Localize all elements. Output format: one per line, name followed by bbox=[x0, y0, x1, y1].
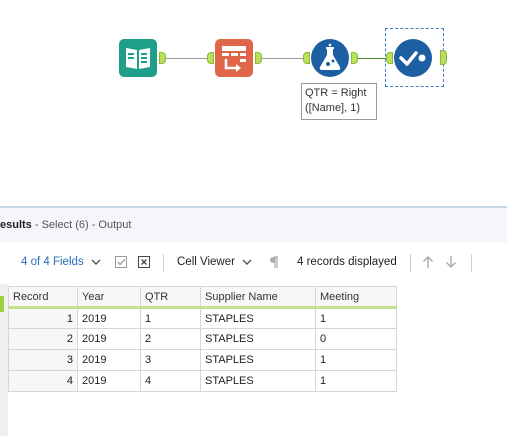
cell-supplier[interactable]: STAPLES bbox=[200, 328, 316, 350]
select-tool[interactable] bbox=[393, 38, 433, 78]
column-header-year[interactable]: Year bbox=[77, 286, 141, 309]
results-subtitle: - Select (6) - Output bbox=[34, 219, 132, 231]
fields-dropdown-label: 4 of 4 Fields bbox=[21, 256, 84, 269]
chevron-down-icon bbox=[91, 256, 101, 268]
column-header-qtr[interactable]: QTR bbox=[140, 286, 201, 309]
column-header-record[interactable]: Record bbox=[8, 286, 78, 309]
workflow-canvas[interactable]: QTR = Right ([Name], 1) bbox=[0, 0, 507, 206]
results-title: esults - Select (6) - Output bbox=[0, 219, 131, 231]
sort-tool-output-anchor[interactable] bbox=[255, 52, 262, 64]
cell-qtr[interactable]: 2 bbox=[140, 328, 201, 350]
cell-qtr[interactable]: 3 bbox=[140, 349, 201, 371]
results-title-text: esults bbox=[0, 219, 32, 231]
records-displayed-count: 4 records displayed bbox=[297, 256, 397, 268]
cell-year[interactable]: 2019 bbox=[77, 349, 141, 371]
cell-record[interactable]: 1 bbox=[8, 307, 78, 329]
fields-dropdown[interactable]: 4 of 4 Fields bbox=[21, 256, 101, 268]
column-header-meeting[interactable]: Meeting bbox=[315, 286, 397, 309]
arrow-up-icon[interactable] bbox=[422, 255, 434, 272]
chevron-down-icon bbox=[242, 256, 252, 268]
formula-annotation: QTR = Right ([Name], 1) bbox=[301, 83, 377, 120]
connection-wire bbox=[166, 58, 207, 59]
column-header-supplier[interactable]: Supplier Name bbox=[200, 286, 316, 309]
cell-record[interactable]: 2 bbox=[8, 328, 78, 350]
sort-tool[interactable] bbox=[214, 38, 254, 78]
results-left-strip bbox=[0, 284, 8, 436]
pilcrow-icon[interactable] bbox=[269, 256, 279, 272]
cell-qtr[interactable]: 1 bbox=[140, 307, 201, 329]
cell-supplier[interactable]: STAPLES bbox=[200, 370, 316, 392]
connection-wire bbox=[262, 58, 303, 59]
table-row[interactable]: 2 2019 2 STAPLES 0 bbox=[8, 328, 397, 350]
cell-record[interactable]: 3 bbox=[8, 349, 78, 371]
grid-header-row: Record Year QTR Supplier Name Meeting bbox=[8, 286, 397, 309]
checkbox-icon[interactable] bbox=[114, 255, 128, 272]
cell-meeting[interactable]: 1 bbox=[315, 370, 397, 392]
formula-tool[interactable] bbox=[310, 38, 350, 78]
cell-viewer-label: Cell Viewer bbox=[177, 256, 235, 269]
cell-supplier[interactable]: STAPLES bbox=[200, 307, 316, 329]
select-tool-input-anchor[interactable] bbox=[386, 52, 393, 64]
formula-tool-input-anchor[interactable] bbox=[303, 52, 310, 64]
table-row[interactable]: 4 2019 4 STAPLES 1 bbox=[8, 370, 397, 392]
connection-wire bbox=[358, 58, 388, 59]
formula-flask-icon bbox=[311, 39, 349, 77]
arrow-down-icon[interactable] bbox=[445, 255, 457, 272]
select-tool-output-anchor[interactable] bbox=[440, 50, 447, 65]
close-box-icon[interactable] bbox=[137, 255, 151, 272]
cell-qtr[interactable]: 4 bbox=[140, 370, 201, 392]
input-data-tool[interactable] bbox=[118, 38, 158, 78]
cell-meeting[interactable]: 0 bbox=[315, 328, 397, 350]
results-side-tab[interactable] bbox=[0, 296, 4, 312]
input-data-book-icon bbox=[119, 39, 157, 77]
cell-meeting[interactable]: 1 bbox=[315, 307, 397, 329]
select-check-icon bbox=[394, 39, 432, 77]
cell-meeting[interactable]: 1 bbox=[315, 349, 397, 371]
cell-viewer-dropdown[interactable]: Cell Viewer bbox=[177, 256, 252, 268]
table-row[interactable]: 1 2019 1 STAPLES 1 bbox=[8, 307, 397, 329]
toolbar-separator bbox=[410, 254, 411, 272]
results-pane: esults - Select (6) - Output 4 of 4 Fiel… bbox=[0, 206, 507, 436]
input-tool-output-anchor[interactable] bbox=[159, 52, 166, 64]
results-grid: Record Year QTR Supplier Name Meeting 1 … bbox=[8, 286, 397, 392]
toolbar-separator bbox=[471, 254, 472, 272]
sort-table-icon bbox=[215, 39, 253, 77]
cell-supplier[interactable]: STAPLES bbox=[200, 349, 316, 371]
cell-record[interactable]: 4 bbox=[8, 370, 78, 392]
results-toolbar: 4 of 4 Fields Cell Viewer 4 records disp… bbox=[0, 242, 507, 284]
cell-year[interactable]: 2019 bbox=[77, 370, 141, 392]
annotation-line-2: ([Name], 1) bbox=[305, 102, 361, 114]
formula-tool-output-anchor[interactable] bbox=[351, 52, 358, 64]
table-row[interactable]: 3 2019 3 STAPLES 1 bbox=[8, 349, 397, 371]
sort-tool-input-anchor[interactable] bbox=[207, 52, 214, 64]
annotation-line-1: QTR = Right bbox=[305, 87, 367, 99]
cell-year[interactable]: 2019 bbox=[77, 328, 141, 350]
toolbar-separator bbox=[163, 254, 164, 272]
cell-year[interactable]: 2019 bbox=[77, 307, 141, 329]
results-header: esults - Select (6) - Output bbox=[0, 206, 507, 242]
